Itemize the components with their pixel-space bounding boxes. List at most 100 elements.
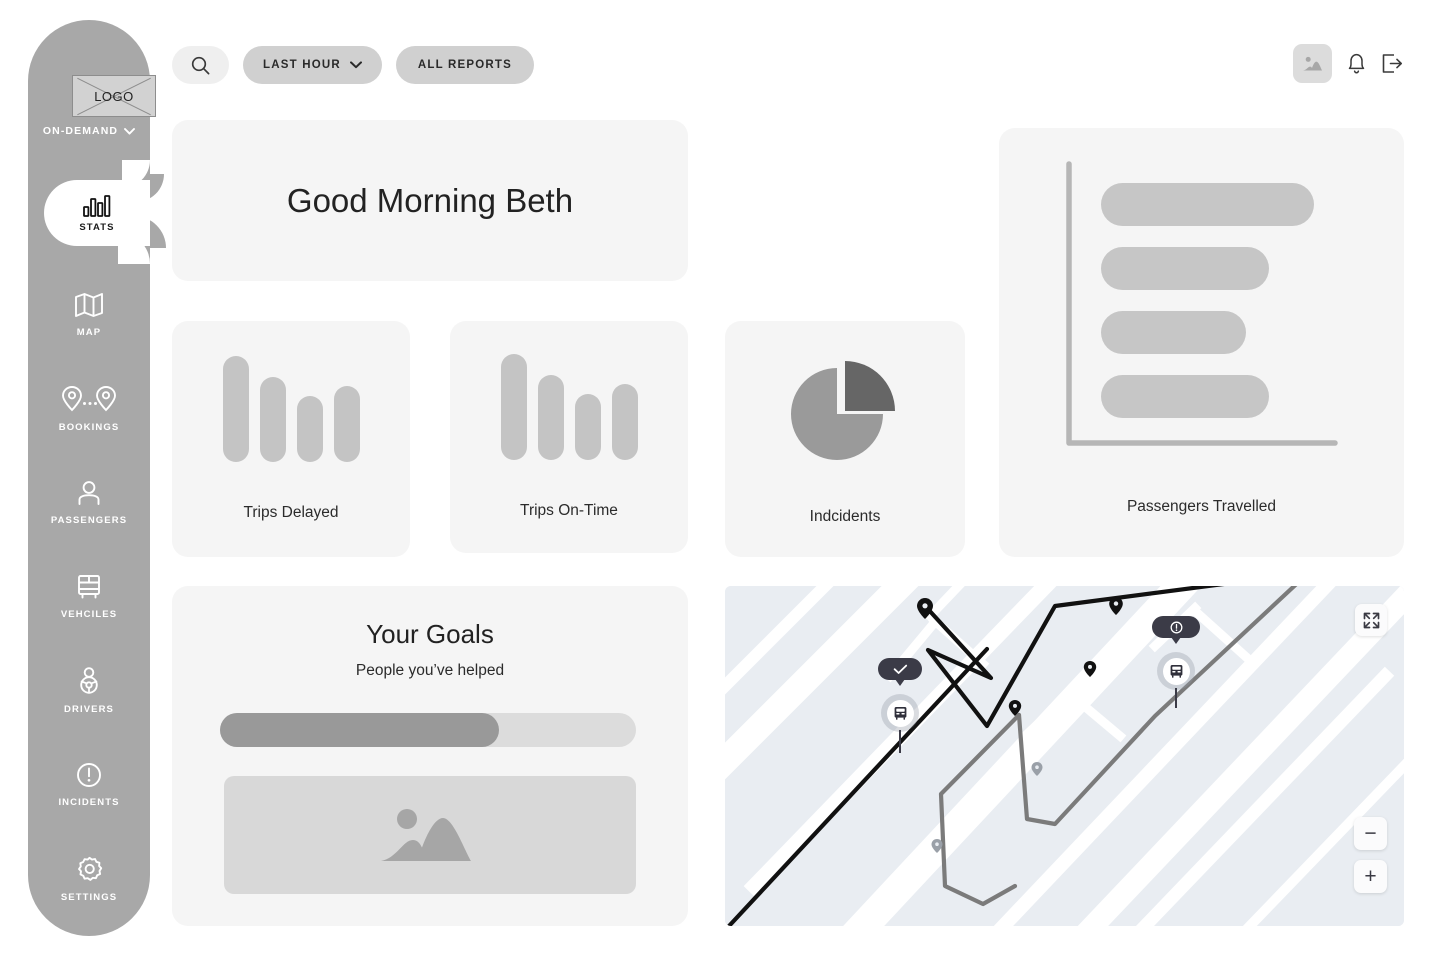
dashboard-root: LOGO ON-DEMAND STATS MAP BOOKINGS PASSEN… (0, 0, 1442, 954)
passengers-travelled-caption: Passengers Travelled (1126, 498, 1277, 515)
chart-bar (259, 377, 286, 462)
image-placeholder-icon (380, 809, 471, 861)
sidebar-item-bookings[interactable]: BOOKINGS (28, 362, 150, 456)
sidebar-item-map-label: MAP (76, 327, 102, 338)
sidebar-item-vehicles-label: VEHCILES (60, 609, 118, 620)
sidebar-item-drivers[interactable]: DRIVERS (28, 644, 150, 738)
passengers-bars (1101, 183, 1314, 418)
search-icon (191, 56, 210, 74)
map-pin (931, 839, 943, 853)
alert-circle-icon (1170, 621, 1182, 633)
map-icon (75, 293, 103, 317)
chart-bar (611, 384, 638, 460)
sidebar-item-bookings-label: BOOKINGS (58, 422, 120, 433)
logo-placeholder: LOGO (72, 75, 156, 117)
goal-progress-fill (220, 713, 499, 747)
sidebar-item-incidents-label: INCIDENTS (58, 797, 120, 808)
chevron-down-icon (349, 61, 362, 69)
map-pin (1008, 700, 1022, 716)
trips-delayed-chart (222, 356, 360, 462)
chevron-down-icon (124, 127, 136, 135)
chart-bar (1101, 183, 1314, 226)
sidebar-item-map[interactable]: MAP (28, 268, 150, 362)
chart-bar (333, 386, 360, 462)
search-button[interactable] (172, 46, 229, 84)
sidebar-item-settings-label: SETTINGS (60, 891, 118, 903)
topbar-actions (1293, 44, 1403, 83)
greeting-text: Good Morning Beth (286, 181, 574, 219)
logout-button[interactable] (1381, 53, 1403, 74)
marker-halo (881, 694, 919, 732)
chart-bar (1101, 247, 1269, 290)
chart-bar (296, 396, 323, 462)
marker-stem (899, 730, 901, 753)
greeting-card: Good Morning Beth (172, 120, 688, 281)
chart-bar (500, 354, 527, 460)
image-placeholder-icon (1303, 56, 1322, 71)
brand-label: ON-DEMAND (42, 125, 119, 137)
sidebar-item-drivers-label: DRIVERS (64, 704, 114, 715)
chart-bar (537, 375, 564, 460)
marker-stem (1175, 688, 1177, 708)
map-pin (1109, 597, 1123, 615)
sidebar-item-passengers[interactable]: PASSENGERS (28, 456, 150, 550)
toolbar: LAST HOUR ALL REPORTS (172, 46, 535, 84)
sidebar-nav: MAP BOOKINGS PASSENGERS VEHCILES DRIVERS… (28, 268, 150, 926)
all-reports-label: ALL REPORTS (417, 59, 513, 71)
chart-bar (1101, 375, 1269, 418)
marker-status-tooltip (1152, 616, 1200, 644)
sidebar: LOGO ON-DEMAND STATS MAP BOOKINGS PASSEN… (28, 20, 156, 936)
avatar[interactable] (1293, 44, 1332, 83)
incidents-caption: Indcidents (809, 507, 881, 525)
trips-ontime-caption: Trips On-Time (520, 502, 618, 519)
notifications-button[interactable] (1346, 52, 1367, 75)
map-pins-icon (62, 386, 116, 412)
driver-wheel-icon (80, 667, 98, 694)
bus-icon (1170, 664, 1182, 678)
map-pins-layer (917, 597, 1123, 853)
marker-halo (1157, 652, 1195, 690)
trips-ontime-card[interactable]: Trips On-Time (450, 321, 688, 553)
bar-chart-icon (83, 195, 111, 217)
chart-bar (222, 356, 249, 462)
alert-circle-icon (77, 763, 101, 787)
chart-bar (1101, 311, 1246, 354)
period-filter-label: LAST HOUR (263, 59, 341, 71)
period-filter-dropdown[interactable]: LAST HOUR (243, 46, 382, 84)
marker-dot (1162, 657, 1190, 685)
your-goals-card: Your Goals People you’ve helped (172, 586, 688, 926)
map-pin (917, 598, 933, 619)
pie-chart-icon (791, 360, 895, 460)
trips-ontime-chart (500, 354, 638, 460)
logout-icon (1382, 54, 1402, 73)
brand-selector[interactable]: ON-DEMAND (28, 125, 150, 137)
your-goals-subtitle: People you’ve helped (355, 662, 505, 679)
sidebar-item-vehicles[interactable]: VEHCILES (28, 550, 150, 644)
bus-icon (78, 575, 100, 599)
your-goals-title: Your Goals (366, 619, 494, 649)
marker-dot (886, 699, 914, 727)
map-pin (1031, 762, 1043, 776)
map-pin (1083, 661, 1097, 677)
sidebar-item-passengers-label: PASSENGERS (50, 515, 128, 526)
incidents-card[interactable]: Indcidents (725, 321, 965, 557)
sidebar-item-settings[interactable]: SETTINGS (28, 832, 150, 926)
person-icon (78, 481, 100, 505)
incidents-pie-chart (781, 353, 909, 468)
bus-icon (894, 706, 906, 720)
all-reports-button[interactable]: ALL REPORTS (395, 46, 535, 84)
marker-status-tooltip (878, 658, 922, 686)
passengers-travelled-card[interactable]: Passengers Travelled (999, 128, 1404, 557)
goal-progress-bar (220, 713, 636, 747)
bell-icon (1348, 53, 1365, 74)
trips-delayed-caption: Trips Delayed (243, 504, 339, 521)
gear-icon (77, 856, 102, 881)
sidebar-item-stats[interactable]: STATS (44, 180, 150, 246)
logo-label: LOGO (94, 88, 134, 104)
check-icon (893, 664, 907, 674)
goal-image-placeholder (224, 776, 636, 894)
trips-delayed-card[interactable]: Trips Delayed (172, 321, 410, 557)
live-map[interactable]: − + (725, 586, 1404, 926)
sidebar-item-incidents[interactable]: INCIDENTS (28, 738, 150, 832)
sidebar-item-stats-label: STATS (79, 222, 115, 233)
